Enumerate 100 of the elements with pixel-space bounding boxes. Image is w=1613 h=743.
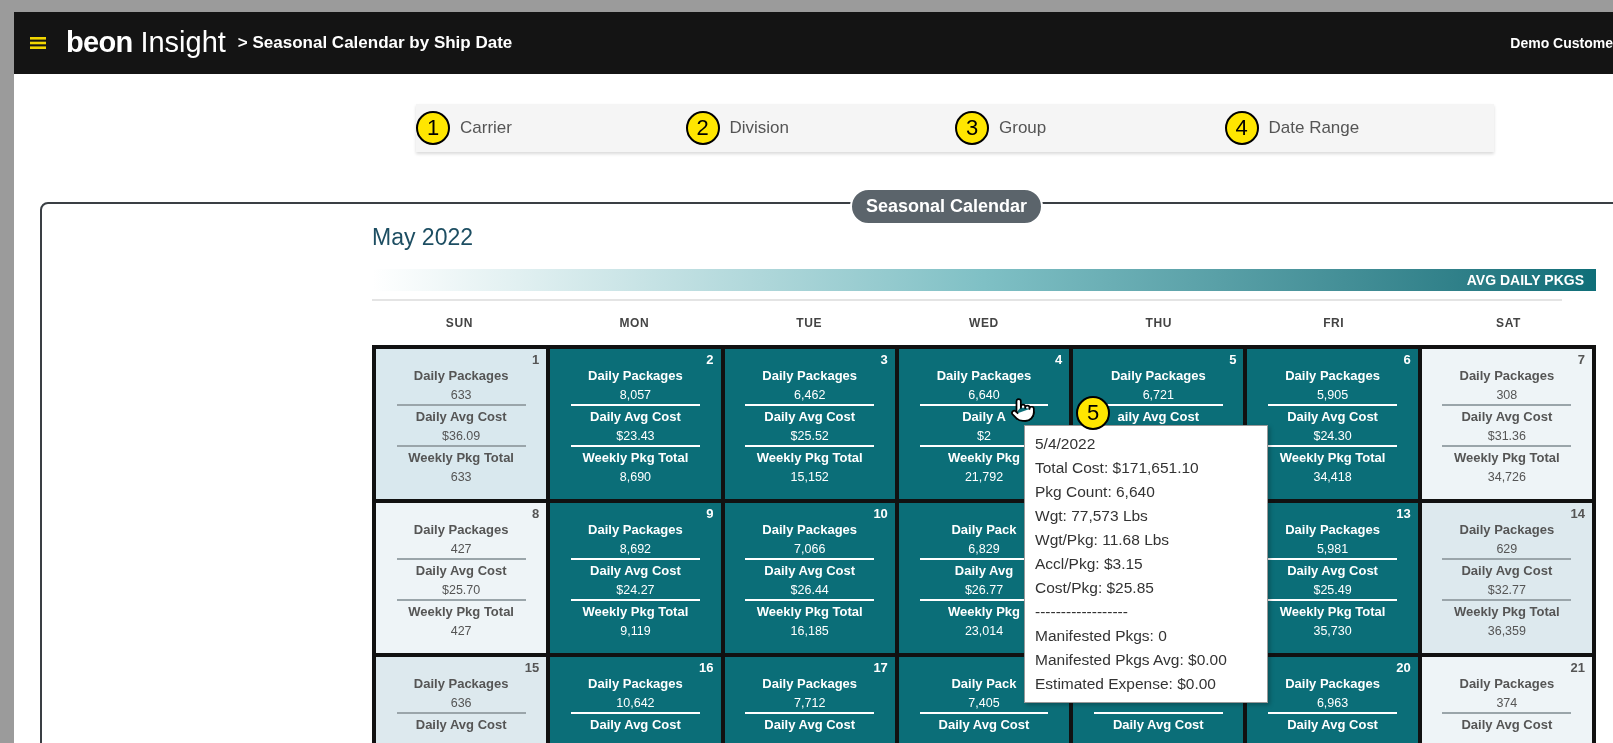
metric-label: Daily Packages [1285,367,1380,385]
metric-value: 6,829 [968,541,1000,558]
metric-value: $32.77 [1487,582,1526,599]
day-number: 16 [699,659,714,677]
metric-label: Weekly Pkg Total [1454,603,1560,621]
day-number: 4 [1054,351,1063,369]
metric-value: 10,642 [616,695,655,712]
metric-value: 9,119 [620,623,651,640]
metric-value: 16,185 [790,623,829,640]
metric-label: Daily Avg Cost [1287,562,1378,580]
metric-value: $26.77 [964,582,1004,599]
metric-label: Daily Packages [413,367,509,385]
metric-label: Daily Avg Cost [415,408,507,426]
metric-label: Daily Avg Cost [1461,716,1553,734]
brand-name: beon [66,25,133,61]
metric-value: 6,462 [794,387,826,404]
metric-value: 34,726 [1487,469,1526,486]
metric-value: 34,418 [1313,469,1352,486]
metric-label: Daily Packages [413,521,509,539]
weekday-header: WED [968,315,1000,332]
day-number: 21 [1570,659,1585,677]
metric-label: Weekly Pkg Total [1279,449,1386,467]
weekday-header: SUN [444,315,474,332]
metric-value: 374 [1496,695,1518,712]
scale-label: AVG DAILY PKGS [1466,270,1584,290]
metric-label: Weekly Pkg Total [408,603,514,621]
metric-label: Daily Packages [936,367,1032,385]
metric-label: Daily Avg Cost [1287,716,1378,734]
metric-value: 427 [450,623,472,640]
metric-label: aily Avg Cost [1117,408,1199,426]
metric-label: Daily Packages [588,521,683,539]
metric-value: 7,712 [794,695,826,712]
metric-value: 7,405 [968,695,1000,712]
metric-label: Weekly Pkg Total [756,449,863,467]
number-badge: 3 [955,111,989,145]
day-number: 17 [873,659,888,677]
day-number: 14 [1570,505,1585,523]
weekday-header: MON [618,315,651,332]
metric-label: Daily Avg Cost [590,716,681,734]
metric-label: Daily Packages [1459,367,1555,385]
metric-label: Daily Packages [588,675,683,693]
number-badge: 1 [416,111,450,145]
day-number: 10 [873,505,888,523]
metric-value: $31.36 [1487,428,1526,445]
metric-label: Daily Packages [762,675,858,693]
metric-value: $36.09 [442,428,481,445]
day-number: 3 [880,351,888,369]
metric-label: Daily Avg Cost [1461,562,1553,580]
metric-label: Daily Avg Cost [764,716,856,734]
weekday-header: FRI [1322,315,1346,332]
metric-value: 36,359 [1487,623,1526,640]
metric-value: 633 [450,469,472,486]
metric-value: 35,730 [1313,623,1352,640]
day-number: 20 [1396,659,1411,677]
metric-label: Daily A [962,408,1006,426]
metric-value: 629 [1496,541,1518,558]
metric-label: Daily Packages [762,367,858,385]
metric-value: $26.44 [790,582,829,599]
weekday-header: THU [1144,315,1174,332]
metric-label: Weekly Pkg Total [1454,449,1560,467]
metric-label: Weekly Pkg Total [582,603,689,621]
day-number: 9 [706,505,714,523]
metric-label: Daily Avg [954,562,1014,580]
day-number: 15 [524,659,540,677]
metric-value: 8,690 [619,469,652,486]
metric-label: Daily Packages [588,367,683,385]
brand-suffix: Insight [140,25,226,61]
metric-value: 5,905 [1316,387,1349,404]
metric-label: Weekly Pkg Total [756,603,863,621]
metric-label: Weekly Pkg [947,449,1020,467]
metric-value: $23.43 [616,428,655,445]
day-number: 7 [1577,351,1585,369]
metric-value: 8,692 [619,541,652,558]
metric-label: Daily Pack [951,675,1017,693]
metric-value: $25.49 [1313,582,1352,599]
metric-value: $25.70 [442,582,481,599]
metric-value: 633 [450,387,472,404]
day-number: 2 [706,351,714,369]
metric-label: Daily Avg Cost [1112,716,1204,734]
metric-label: Daily Packages [1459,675,1555,693]
metric-label: Daily Avg Cost [415,562,507,580]
day-number: 8 [532,505,540,523]
day-number: 13 [1396,505,1411,523]
metric-label: Daily Avg Cost [764,408,856,426]
metric-label: Daily Packages [1459,521,1555,539]
metric-label: Daily Avg Cost [1287,408,1378,426]
metric-value: 7,066 [794,541,826,558]
metric-value: 5,981 [1316,541,1349,558]
metric-value: 6,721 [1142,387,1174,404]
metric-label: Weekly Pkg Total [1279,603,1386,621]
metric-label: Daily Packages [413,675,509,693]
metric-value: 636 [450,695,472,712]
metric-label: Daily Avg Cost [590,408,681,426]
metric-label: Daily Pack [951,521,1017,539]
metric-label: Daily Packages [1110,367,1206,385]
metric-value: $24.30 [1313,428,1352,445]
metric-label: Weekly Pkg [947,603,1020,621]
breadcrumb: > Seasonal Calendar by Ship Date [237,32,513,55]
month-title: May 2022 [372,223,474,250]
metric-label: Daily Avg Cost [590,562,681,580]
